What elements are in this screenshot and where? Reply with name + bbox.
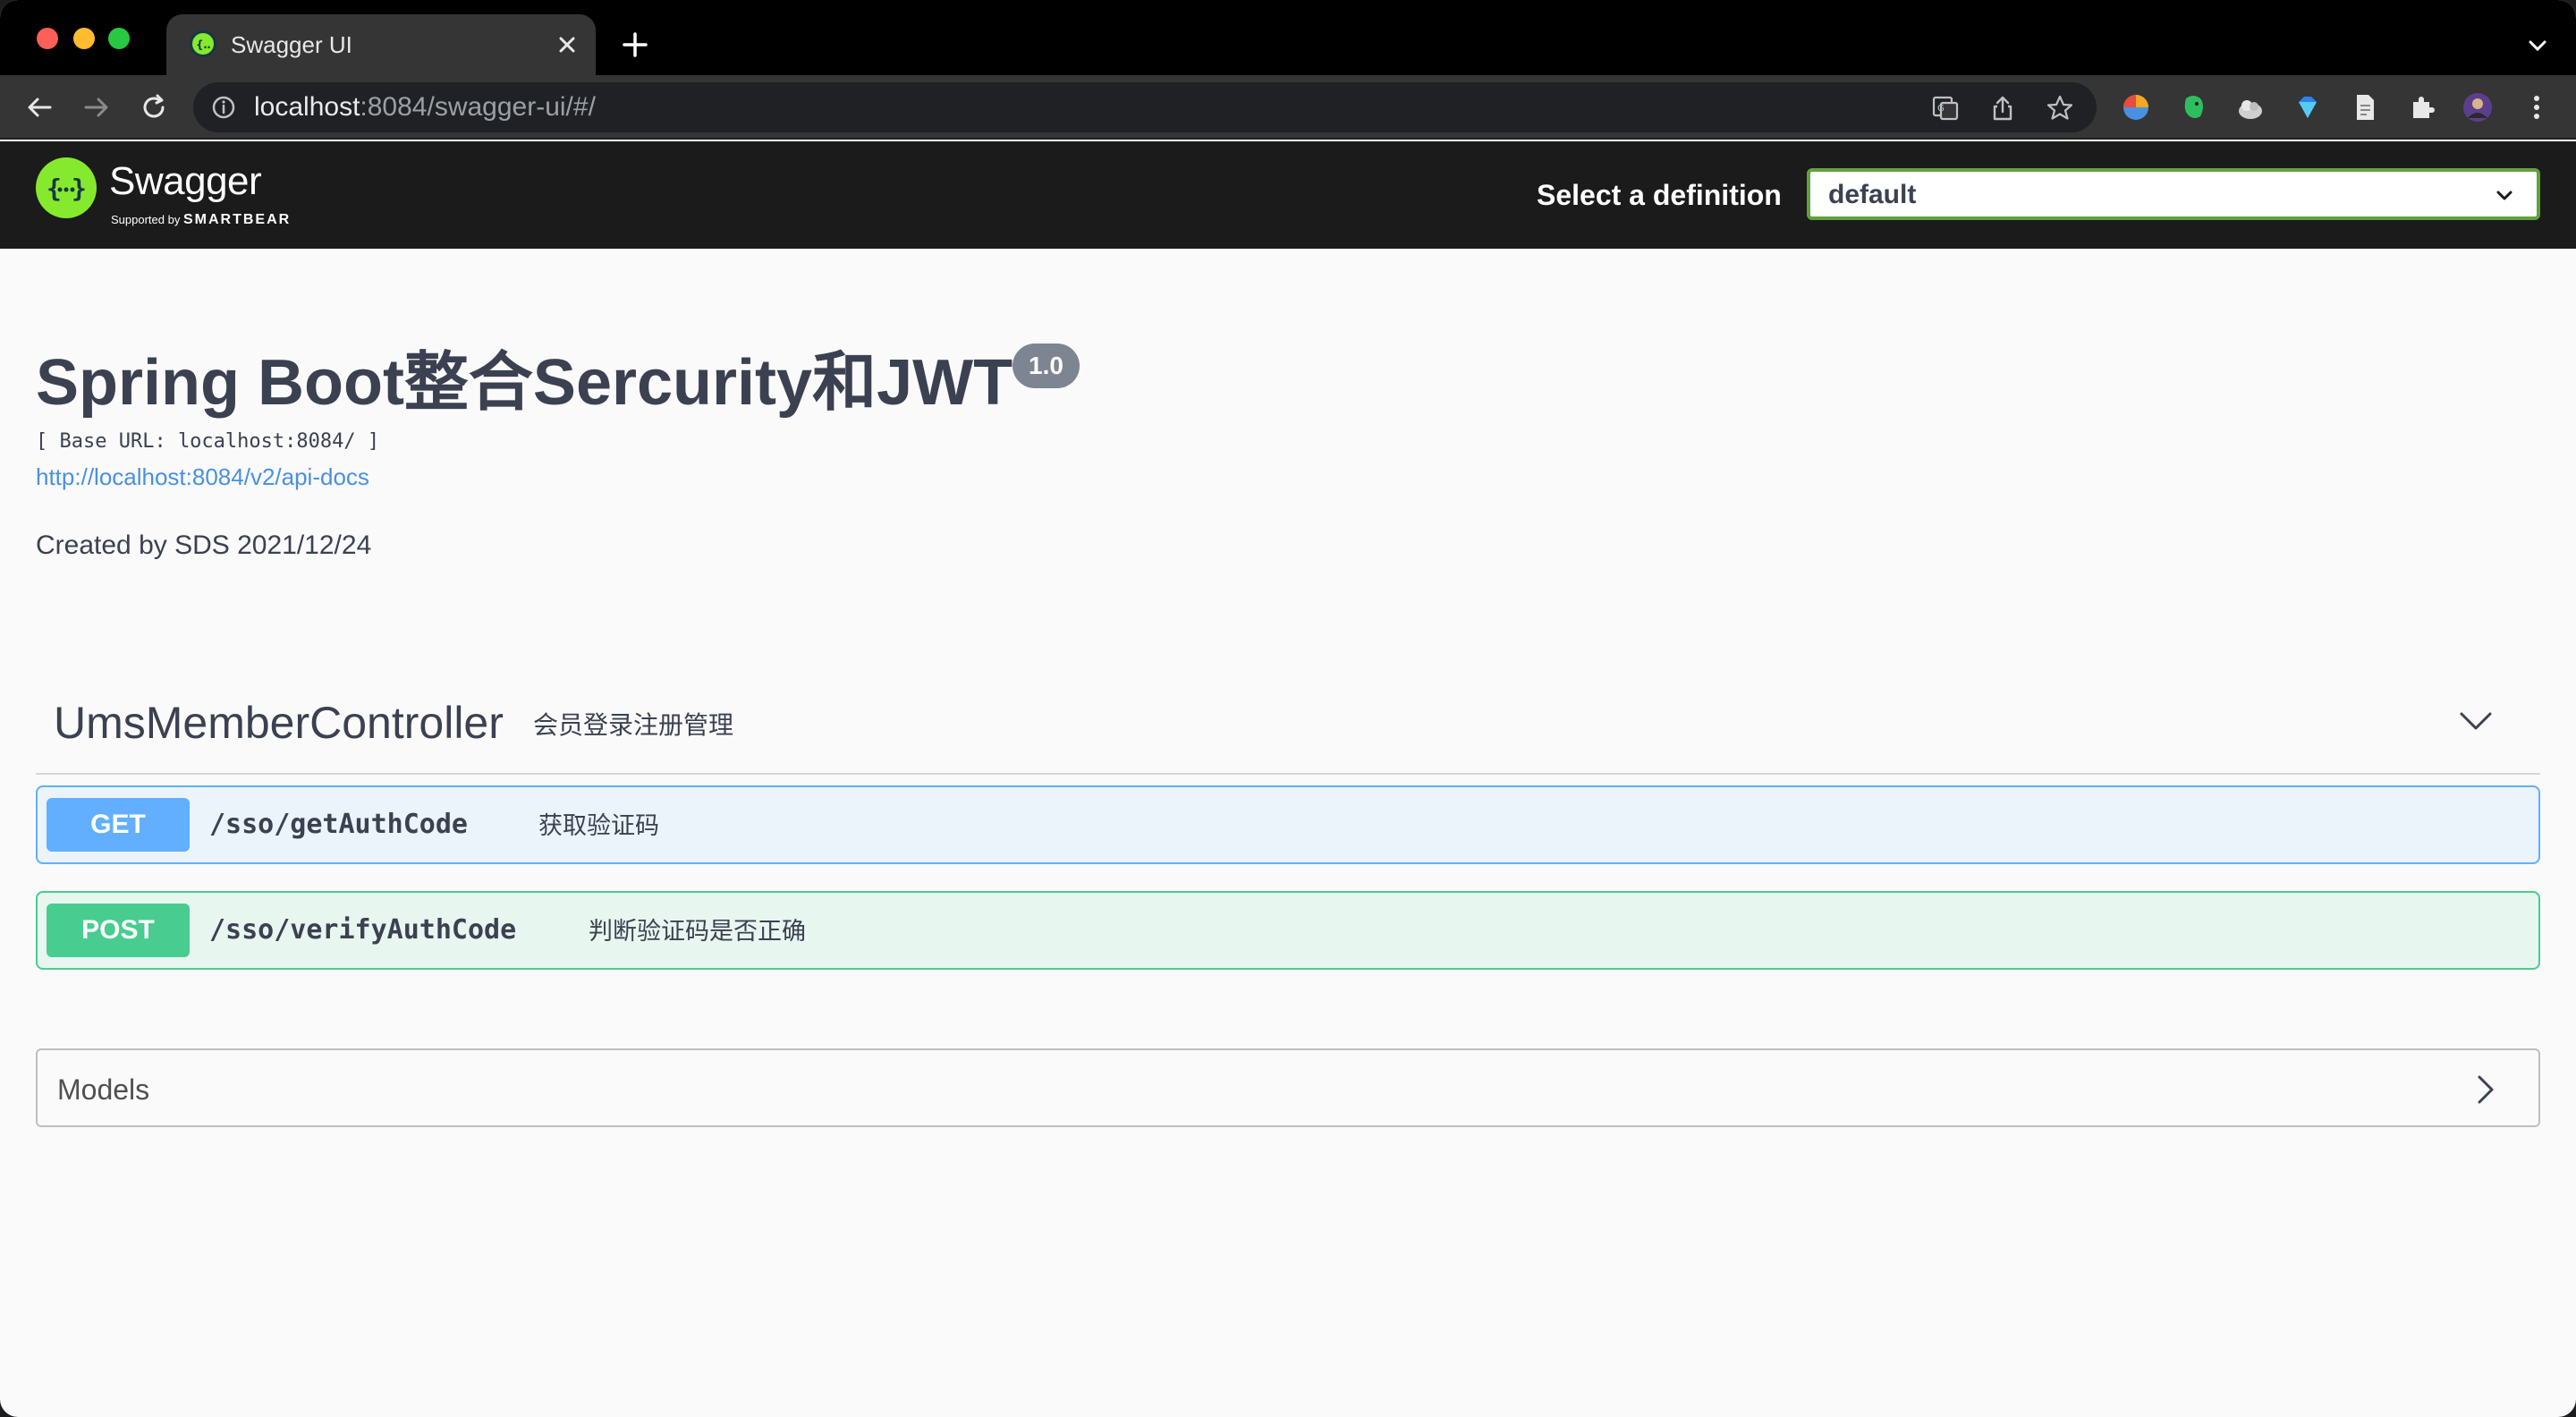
minimize-window-button[interactable]: [73, 28, 95, 49]
operation-verify-auth-code[interactable]: POST /sso/verifyAuthCode 判断验证码是否正确: [36, 891, 2540, 970]
method-badge: POST: [47, 904, 190, 957]
method-badge: GET: [47, 798, 190, 852]
site-info-icon[interactable]: [209, 93, 238, 122]
api-description: Created by SDS 2021/12/24: [36, 530, 372, 560]
extension-cloud-icon[interactable]: [2234, 91, 2267, 123]
new-tab-icon[interactable]: [617, 27, 653, 63]
close-tab-icon[interactable]: [551, 29, 583, 61]
version-badge: 1.0: [1013, 344, 1080, 388]
svg-text:{…}: {…}: [196, 38, 211, 51]
share-icon[interactable]: [1987, 93, 2018, 123]
operation-summary: 获取验证码: [538, 812, 659, 839]
url-path: :8084/swagger-ui/#/: [360, 92, 596, 122]
browser-window: {…} Swagger UI: [0, 0, 2576, 1417]
extension-gem-icon[interactable]: [2292, 91, 2324, 123]
base-url: [ Base URL: localhost:8084/ ]: [36, 430, 380, 453]
logo-brand-text: SMARTBEAR: [182, 212, 292, 227]
url-text: localhost:8084/swagger-ui/#/: [254, 93, 596, 122]
chevron-right-icon[interactable]: [2467, 1072, 2503, 1107]
svg-text:G: G: [1937, 104, 1945, 114]
tag-section-header[interactable]: UmsMemberController 会员登录注册管理: [36, 675, 2540, 775]
operation-summary: 判断验证码是否正确: [589, 918, 806, 945]
definition-label: Select a definition: [1537, 179, 1782, 211]
models-section[interactable]: Models: [36, 1048, 2540, 1127]
swagger-logo-icon[interactable]: { }: [36, 157, 97, 218]
address-bar[interactable]: localhost:8084/swagger-ui/#/ G: [193, 82, 2097, 132]
models-label: Models: [57, 1073, 150, 1106]
logo-supported-text: Supported by: [111, 213, 181, 226]
tag-name: UmsMemberController: [54, 698, 504, 748]
operation-path: /sso/getAuthCode: [209, 809, 468, 840]
chevron-down-icon: [2496, 191, 2512, 200]
extension-document-icon[interactable]: [2349, 91, 2381, 123]
extensions-puzzle-icon[interactable]: [2406, 91, 2438, 123]
operation-get-auth-code[interactable]: GET /sso/getAuthCode 获取验证码: [36, 785, 2540, 864]
swagger-topbar: { } Swagger Supported by SMARTBEAR Selec…: [0, 141, 2576, 249]
tab-search-chevron-icon[interactable]: [2524, 32, 2551, 59]
swagger-logo-text: Swagger: [109, 159, 262, 203]
close-window-button[interactable]: [37, 28, 58, 49]
tab-title: Swagger UI: [231, 31, 352, 58]
translate-icon[interactable]: G: [1930, 93, 1961, 123]
tab-strip: {…} Swagger UI: [0, 0, 2576, 75]
reload-icon[interactable]: [136, 89, 172, 125]
browser-tab[interactable]: {…} Swagger UI: [166, 14, 596, 75]
api-docs-link[interactable]: http://localhost:8084/v2/api-docs: [36, 462, 369, 492]
browser-menu-dots-icon[interactable]: [2521, 91, 2553, 123]
forward-arrow-icon[interactable]: [79, 89, 114, 125]
swagger-logo-subtitle: Supported by SMARTBEAR: [111, 213, 291, 227]
maximize-window-button[interactable]: [108, 28, 130, 49]
url-host: localhost: [254, 92, 360, 122]
back-arrow-icon[interactable]: [21, 89, 57, 125]
browser-toolbar: localhost:8084/swagger-ui/#/ G: [0, 75, 2576, 140]
collapse-chevron-icon[interactable]: [2456, 701, 2496, 741]
operation-path: /sso/verifyAuthCode: [209, 914, 517, 946]
definition-select[interactable]: default: [1807, 168, 2540, 220]
bookmark-star-icon[interactable]: [2045, 93, 2075, 123]
tag-description: 会员登录注册管理: [533, 711, 734, 739]
extension-colorful-icon[interactable]: [2120, 91, 2152, 123]
profile-avatar-icon[interactable]: [2462, 91, 2494, 123]
api-title: Spring Boot整合Sercurity和JWT: [36, 347, 1013, 419]
evernote-elephant-icon[interactable]: [2177, 91, 2209, 123]
swagger-favicon-icon: {…}: [190, 30, 216, 57]
definition-selected-value: default: [1828, 180, 1917, 209]
